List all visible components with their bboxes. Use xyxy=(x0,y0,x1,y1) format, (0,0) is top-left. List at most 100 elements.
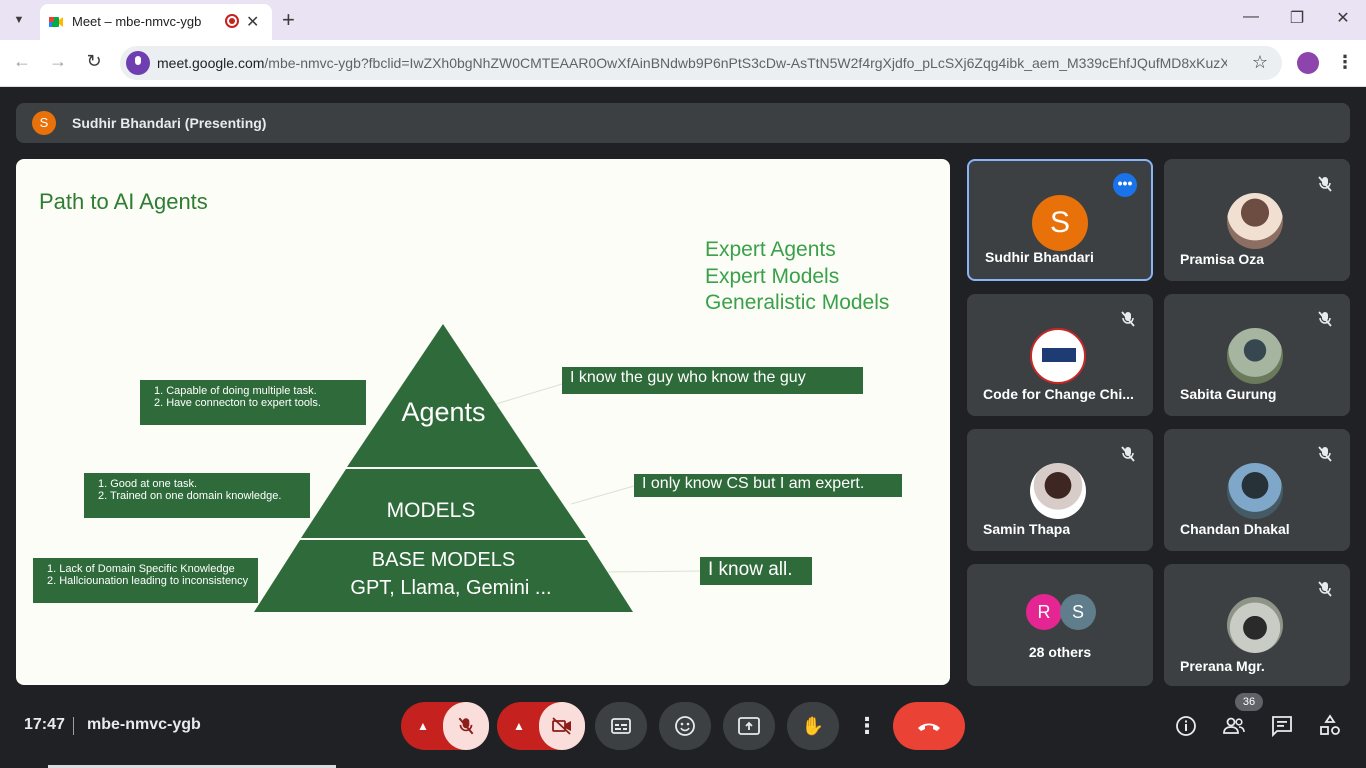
microphone-control: ▲ xyxy=(401,702,489,750)
participant-name: Pramisa Oza xyxy=(1180,251,1265,267)
avatar xyxy=(1227,193,1283,249)
mic-off-icon xyxy=(1318,581,1332,597)
base-quote-box: I know all. xyxy=(700,557,812,585)
more-options-button[interactable]: ⋮ xyxy=(851,702,883,750)
present-icon xyxy=(723,702,775,750)
url-text[interactable]: meet.google.com/mbe-nmvc-ygb?fbclid=IwZX… xyxy=(157,55,1227,71)
camera-toggle-button[interactable] xyxy=(539,702,585,750)
camera-control: ▲ xyxy=(497,702,585,750)
camera-off-icon xyxy=(552,717,571,735)
note-line: 2. Trained on one domain knowledge. xyxy=(98,490,282,502)
participant-tile[interactable]: Prerana Mgr. xyxy=(1164,564,1350,686)
raise-hand-button[interactable]: ✋ xyxy=(787,702,839,750)
present-screen-button[interactable] xyxy=(723,702,775,750)
browser-menu-icon[interactable]: ⋮ xyxy=(1336,52,1354,73)
models-quote-box: I only know CS but I am expert. xyxy=(634,474,902,497)
captions-button[interactable] xyxy=(595,702,647,750)
meeting-clock: 17:47 xyxy=(24,716,65,733)
note-line: 2. Hallciounation leading to inconsisten… xyxy=(47,575,249,587)
activities-icon[interactable] xyxy=(1318,714,1342,738)
leave-call-button[interactable] xyxy=(893,702,965,750)
pyramid-top xyxy=(347,324,538,467)
agents-quote-box: I know the guy who know the guy xyxy=(562,367,863,394)
base-note-box: 1. Lack of Domain Specific Knowledge 2. … xyxy=(33,558,258,603)
tab-title: Meet – mbe-nmvc-ygb xyxy=(72,14,202,29)
note-line: 1. Good at one task. xyxy=(98,478,198,490)
presenting-bar: S Sudhir Bhandari (Presenting) xyxy=(16,103,1350,143)
more-options-icon[interactable]: ••• xyxy=(1113,173,1137,197)
participant-name: Sudhir Bhandari xyxy=(985,249,1094,265)
minimize-icon[interactable]: — xyxy=(1240,8,1262,26)
org-logo xyxy=(1042,348,1076,362)
agents-note-box: 1. Capable of doing multiple task. 2. Ha… xyxy=(140,380,366,425)
meet-logo-icon xyxy=(49,17,63,27)
audio-options-chevron-icon[interactable]: ▲ xyxy=(401,702,445,750)
note-line: 1. Lack of Domain Specific Knowledge xyxy=(47,563,235,575)
presenter-avatar: S xyxy=(32,111,56,135)
others-tile[interactable]: R S 28 others xyxy=(967,564,1153,686)
profile-avatar[interactable] xyxy=(1297,52,1319,74)
participant-name: Chandan Dhakal xyxy=(1180,521,1290,537)
meeting-info-icon[interactable] xyxy=(1174,714,1198,738)
pyramid-agents-label: Agents xyxy=(401,397,486,427)
browser-toolbar: ← → ↻ meet.google.com/mbe-nmvc-ygb?fbcli… xyxy=(0,40,1366,87)
people-icon[interactable] xyxy=(1222,714,1246,738)
presenter-label: Sudhir Bhandari (Presenting) xyxy=(72,115,267,131)
mic-off-icon xyxy=(1318,446,1332,462)
participant-name: Prerana Mgr. xyxy=(1180,658,1265,674)
emoji-icon xyxy=(659,702,711,750)
address-bar[interactable]: meet.google.com/mbe-nmvc-ygb?fbclid=IwZX… xyxy=(120,46,1282,80)
end-call-icon xyxy=(893,702,965,750)
participant-name: Sabita Gurung xyxy=(1180,386,1277,402)
avatar: S xyxy=(1032,195,1088,251)
mic-off-icon xyxy=(1318,311,1332,327)
more-vert-icon: ⋮ xyxy=(856,713,878,738)
browser-tabbar: ▼ Meet – mbe-nmvc-ygb ✕ + — ❐ ✕ xyxy=(0,0,1366,40)
others-count: 28 others xyxy=(1028,644,1092,660)
avatar xyxy=(1030,328,1086,384)
participant-name: Samin Thapa xyxy=(983,521,1071,537)
mic-off-icon xyxy=(458,717,474,735)
reload-icon[interactable]: ↻ xyxy=(82,51,106,72)
restore-icon[interactable]: ❐ xyxy=(1286,8,1308,28)
video-options-chevron-icon[interactable]: ▲ xyxy=(497,702,541,750)
mic-toggle-button[interactable] xyxy=(443,702,489,750)
mic-off-icon xyxy=(1121,446,1135,462)
pyramid-base-examples: GPT, Llama, Gemini ... xyxy=(350,577,552,599)
microphone-site-icon[interactable] xyxy=(126,51,150,75)
bookmark-star-icon[interactable]: ☆ xyxy=(1252,52,1268,73)
forward-icon[interactable]: → xyxy=(46,51,70,72)
participant-tile[interactable]: Code for Change Chi... xyxy=(967,294,1153,416)
close-tab-icon[interactable]: ✕ xyxy=(246,12,259,32)
url-host: meet.google.com xyxy=(157,55,265,71)
mic-off-icon xyxy=(1318,176,1332,192)
pyramid-base-label: BASE MODELS xyxy=(371,549,516,571)
divider xyxy=(73,717,74,735)
recording-indicator-icon xyxy=(225,14,239,28)
participant-tile[interactable]: S ••• Sudhir Bhandari xyxy=(967,159,1153,281)
participant-tile[interactable]: Samin Thapa xyxy=(967,429,1153,551)
mic-off-icon xyxy=(1121,311,1135,327)
tab-search-icon[interactable]: ▼ xyxy=(8,9,30,31)
hand-icon: ✋ xyxy=(801,715,825,736)
avatar xyxy=(1227,463,1283,519)
captions-icon xyxy=(595,702,647,750)
avatar xyxy=(1227,597,1283,653)
reactions-button[interactable] xyxy=(659,702,711,750)
presentation-slide: Path to AI Agents Expert Agents Expert M… xyxy=(16,159,950,685)
meeting-code: mbe-nmvc-ygb xyxy=(87,716,201,733)
new-tab-icon[interactable]: + xyxy=(282,7,295,33)
models-note-box: 1. Good at one task. 2. Trained on one d… xyxy=(84,473,310,518)
participant-tile[interactable]: Pramisa Oza xyxy=(1164,159,1350,281)
participant-tile[interactable]: Chandan Dhakal xyxy=(1164,429,1350,551)
participant-count-badge: 36 xyxy=(1235,693,1263,711)
note-line: 1. Capable of doing multiple task. xyxy=(154,385,317,397)
participant-tile[interactable]: Sabita Gurung xyxy=(1164,294,1350,416)
avatar: S xyxy=(1060,594,1096,630)
tab-meet[interactable]: Meet – mbe-nmvc-ygb ✕ xyxy=(40,4,272,40)
participant-name: Code for Change Chi... xyxy=(983,386,1134,402)
pyramid-models-label: MODELS xyxy=(386,499,476,522)
chat-icon[interactable] xyxy=(1270,714,1294,738)
back-icon[interactable]: ← xyxy=(10,51,34,72)
close-window-icon[interactable]: ✕ xyxy=(1332,8,1354,28)
